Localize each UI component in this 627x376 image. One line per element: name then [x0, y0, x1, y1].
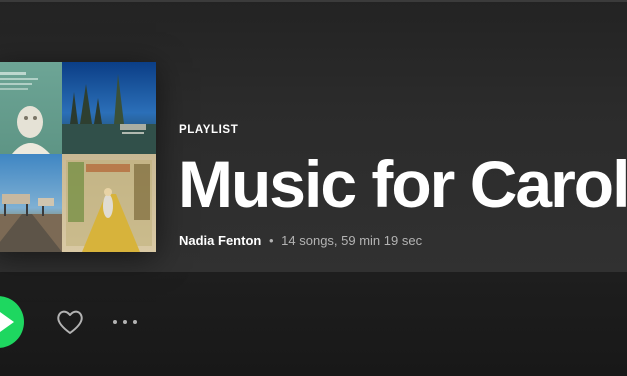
album-cover-yellow-brick-road — [62, 154, 156, 252]
playlist-title: Music for Carol — [178, 147, 627, 221]
album-cover-classical — [0, 62, 62, 154]
album-cover-desert-road — [0, 154, 62, 252]
more-options-icon — [133, 320, 137, 324]
album-cover-blue-sky — [62, 62, 156, 154]
playlist-cover[interactable] — [0, 62, 156, 252]
more-options-icon — [123, 320, 127, 324]
playlist-stats: 14 songs, 59 min 19 sec — [281, 233, 423, 248]
header-divider — [0, 0, 627, 2]
playlist-type-label: PLAYLIST — [179, 124, 239, 136]
more-options-button[interactable] — [110, 312, 140, 332]
action-bar — [0, 272, 627, 376]
play-icon — [0, 312, 14, 332]
like-button[interactable] — [55, 308, 85, 336]
meta-separator: • — [268, 233, 274, 248]
heart-icon — [57, 310, 83, 334]
owner-link[interactable]: Nadia Fenton — [179, 233, 261, 248]
playlist-meta: Nadia Fenton • 14 songs, 59 min 19 sec — [179, 233, 422, 248]
more-options-icon — [113, 320, 117, 324]
